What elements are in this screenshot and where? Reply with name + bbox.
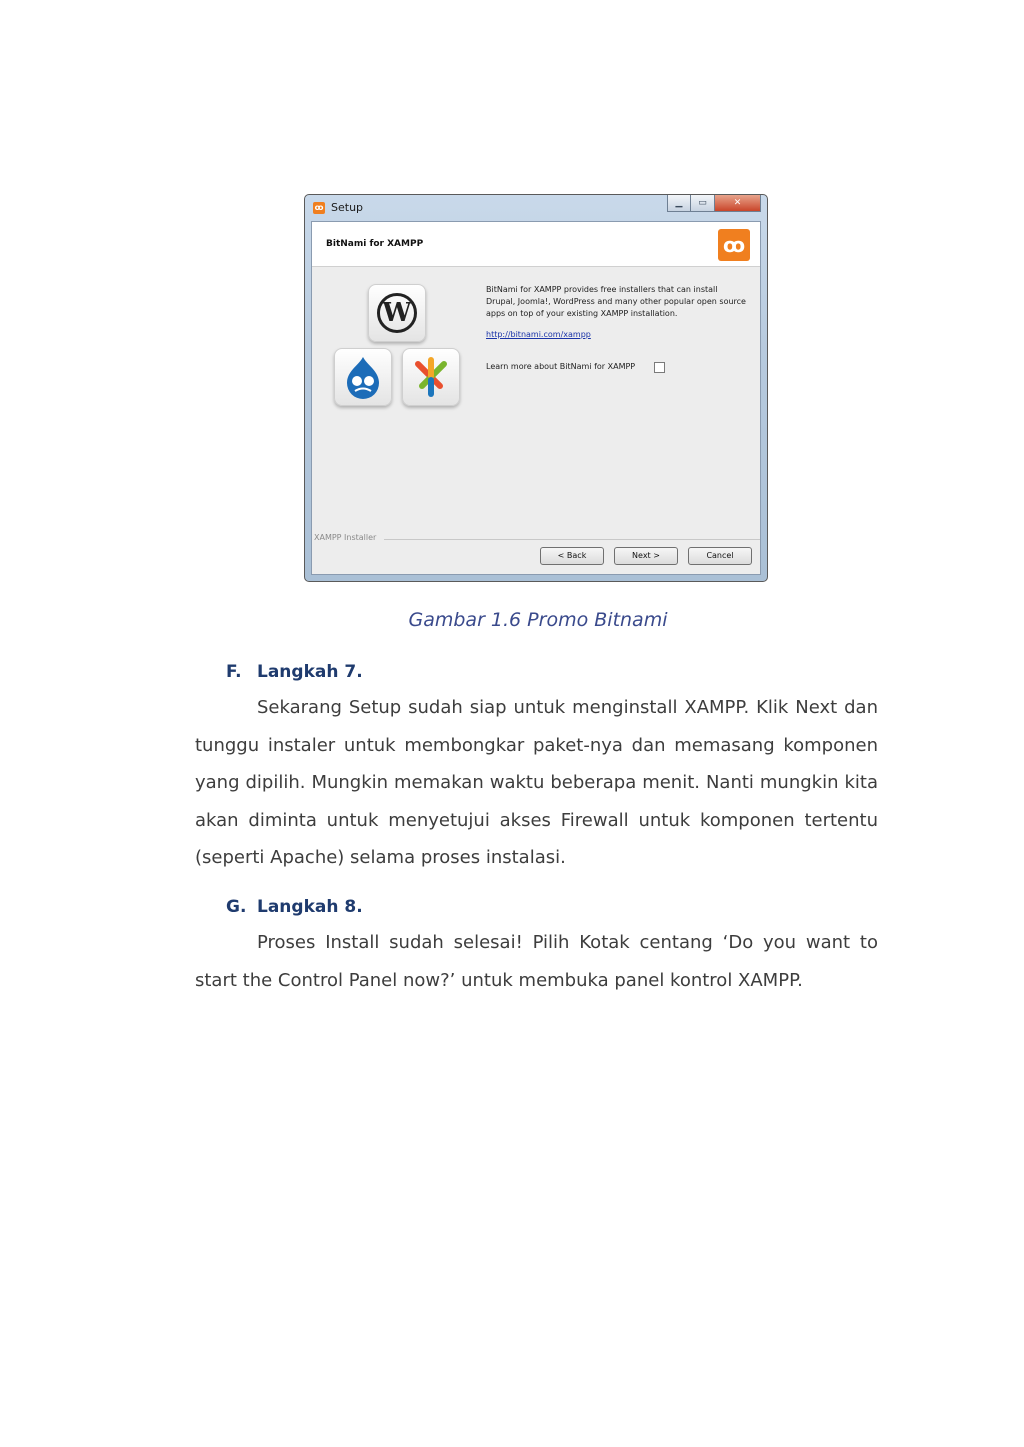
- section-body-f: Sekarang Setup sudah siap untuk menginst…: [195, 697, 878, 868]
- learn-more-label: Learn more about BitNami for XAMPP: [486, 362, 636, 371]
- section-heading-f: F. Langkah 7.: [226, 662, 363, 682]
- section-body-g: Proses Install sudah selesai! Pilih Kota…: [195, 932, 878, 991]
- back-button[interactable]: < Back: [540, 547, 604, 565]
- dialog-client-area: BitNami for XAMPP ꝏ W BitNami for XAMPP …: [311, 221, 761, 575]
- cancel-button[interactable]: Cancel: [688, 547, 752, 565]
- next-button[interactable]: Next >: [614, 547, 678, 565]
- figure-caption: Gambar 1.6 Promo Bitnami: [408, 609, 668, 631]
- description-text: BitNami for XAMPP provides free installe…: [486, 285, 746, 318]
- dialog-header: BitNami for XAMPP ꝏ: [312, 222, 760, 267]
- title-bar: ꝏ Setup ▁ ▭ ✕: [305, 195, 767, 221]
- section-letter: F.: [226, 662, 242, 682]
- group-label: XAMPP Installer: [314, 533, 380, 542]
- maximize-icon[interactable]: ▭: [691, 195, 715, 212]
- window-title: Setup: [331, 201, 364, 214]
- section-heading-g: G. Langkah 8.: [226, 897, 363, 917]
- section-title: Langkah 8.: [257, 897, 363, 917]
- group-divider: [384, 539, 760, 540]
- drupal-icon: [334, 348, 392, 406]
- window-controls: ▁ ▭ ✕: [667, 195, 761, 213]
- xampp-logo: ꝏ: [718, 229, 750, 261]
- minimize-icon[interactable]: ▁: [667, 195, 691, 212]
- section-letter: G.: [226, 897, 247, 917]
- wordpress-icon: W: [368, 284, 426, 342]
- section-title: Langkah 7.: [257, 662, 363, 682]
- setup-dialog-screenshot: ꝏ Setup ▁ ▭ ✕ BitNami for XAMPP ꝏ W BitN…: [304, 194, 768, 582]
- xampp-icon: ꝏ: [313, 202, 325, 214]
- learn-more-checkbox[interactable]: [654, 362, 665, 373]
- bitnami-link[interactable]: http://bitnami.com/xampp: [486, 330, 591, 339]
- joomla-icon: [402, 348, 460, 406]
- header-title: BitNami for XAMPP: [326, 239, 424, 249]
- close-icon[interactable]: ✕: [715, 195, 761, 212]
